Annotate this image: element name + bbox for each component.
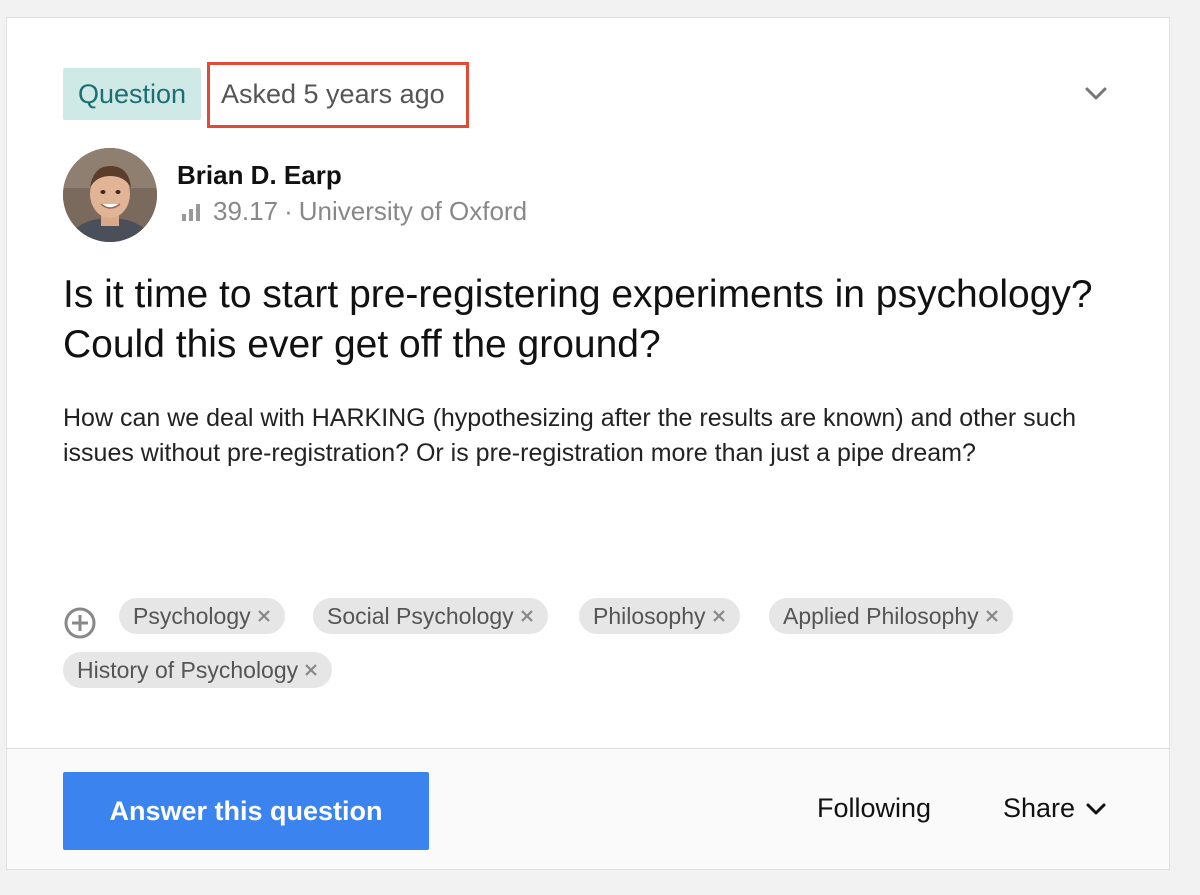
avatar[interactable] — [63, 148, 157, 242]
chevron-down-icon[interactable] — [1081, 79, 1111, 109]
chevron-down-icon — [1086, 803, 1106, 814]
topic-tag[interactable]: History of Psychology — [63, 652, 333, 688]
question-card: Question Asked 5 years ago Brian D. Earp — [6, 17, 1170, 870]
add-circle-icon[interactable] — [63, 606, 97, 640]
author-institution[interactable]: University of Oxford — [299, 196, 527, 227]
following-button[interactable]: Following — [817, 793, 931, 824]
topic-tag-label: Psychology — [133, 603, 251, 629]
topic-tag-label: History of Psychology — [77, 657, 299, 683]
close-icon[interactable] — [983, 607, 1001, 625]
close-icon[interactable] — [255, 607, 273, 625]
topic-tag-label: Philosophy — [593, 603, 706, 629]
topic-tag[interactable]: Philosophy — [579, 598, 740, 634]
close-icon[interactable] — [302, 661, 320, 679]
asked-timestamp: Asked 5 years ago — [221, 79, 445, 109]
topic-tag-label: Applied Philosophy — [783, 603, 979, 629]
author-score: 39.17 — [213, 196, 279, 226]
avatar-photo — [63, 148, 157, 242]
topic-tag[interactable]: Applied Philosophy — [769, 598, 1013, 634]
close-icon[interactable] — [518, 607, 536, 625]
question-badge: Question — [63, 68, 201, 120]
author-meta: 39.17 · University of Oxford — [181, 196, 527, 227]
bar-chart-icon — [182, 203, 200, 221]
question-title[interactable]: Is it time to start pre-registering expe… — [63, 270, 1123, 370]
meta-separator: · — [284, 196, 293, 226]
close-icon[interactable] — [710, 607, 728, 625]
share-button[interactable]: Share — [1003, 793, 1107, 824]
share-label: Share — [1003, 793, 1076, 823]
answer-question-button[interactable]: Answer this question — [63, 772, 429, 850]
topic-tag[interactable]: Psychology — [119, 598, 285, 634]
question-description: How can we deal with HARKING (hypothesiz… — [63, 404, 1076, 467]
author-name[interactable]: Brian D. Earp — [177, 160, 342, 191]
question-header: Question Asked 5 years ago — [63, 62, 1169, 128]
topic-tag-label: Social Psychology — [327, 603, 514, 629]
topic-tag[interactable]: Social Psychology — [313, 598, 548, 634]
question-footer: Answer this question Following Share — [7, 749, 1169, 869]
